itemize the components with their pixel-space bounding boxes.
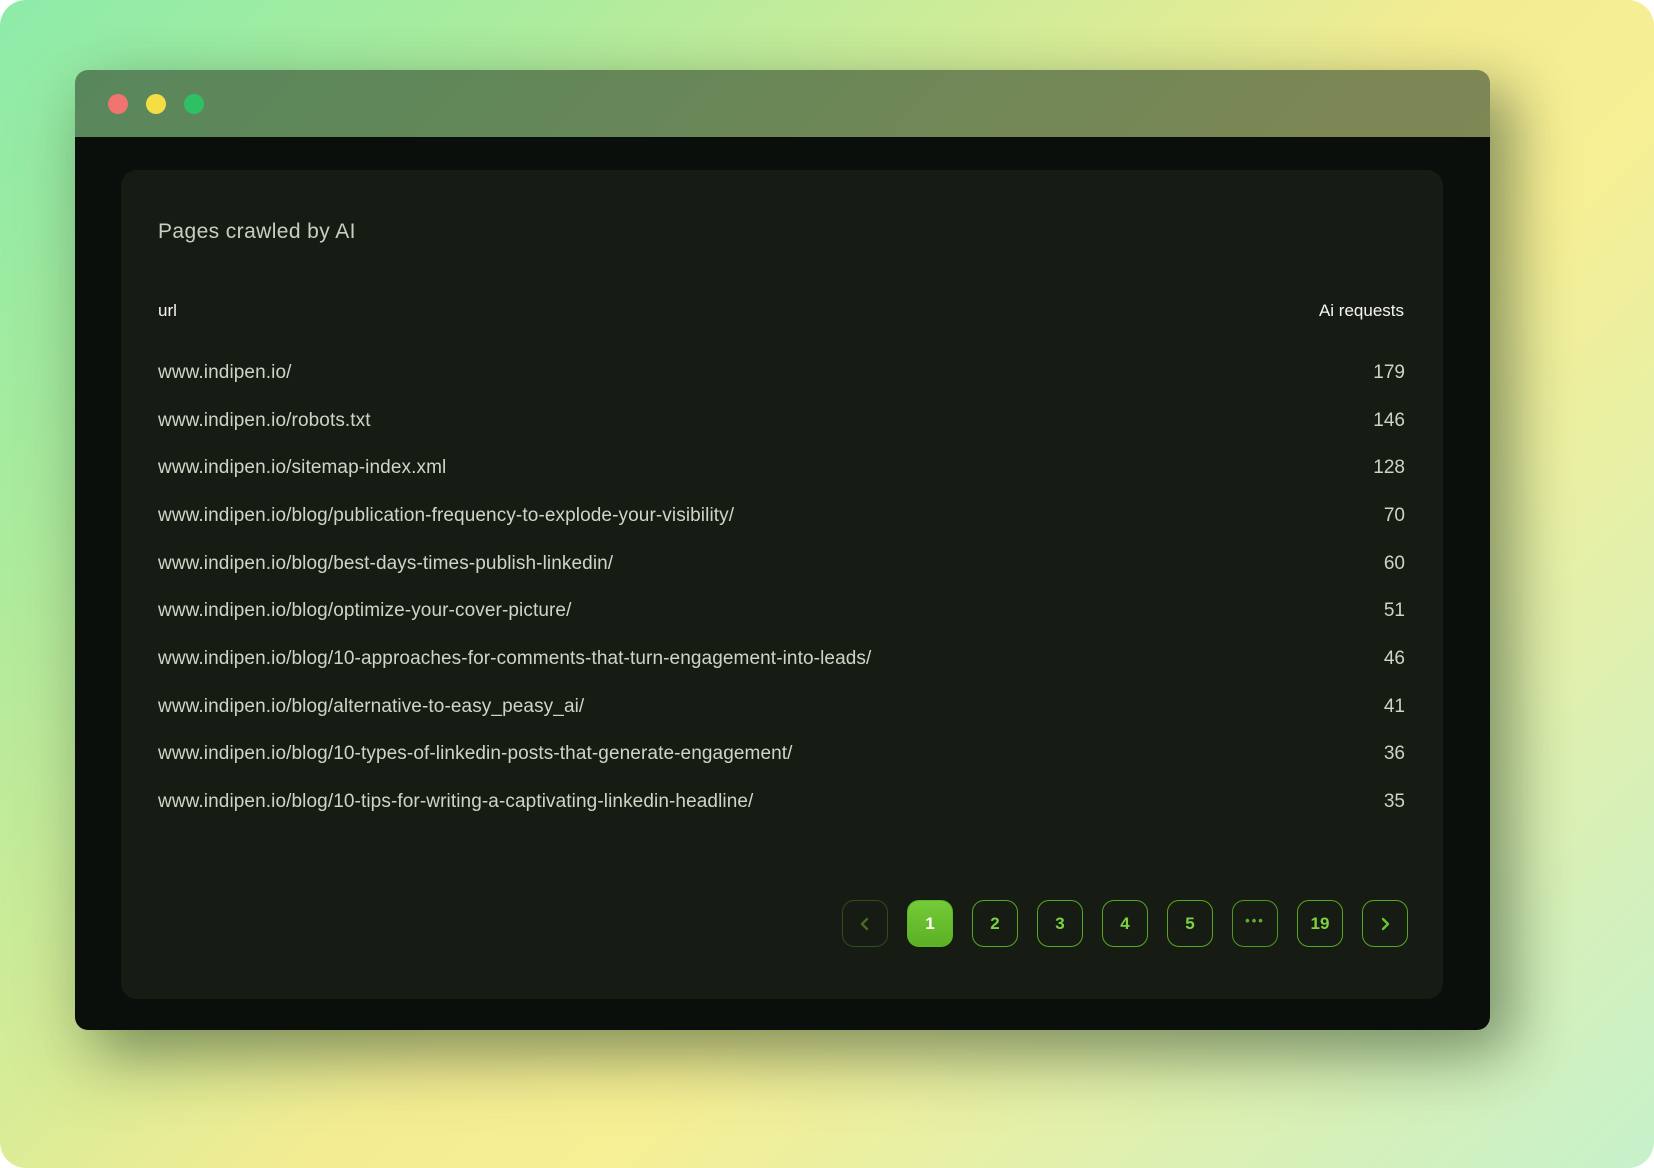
row-url: www.indipen.io/blog/alternative-to-easy_…: [158, 695, 585, 717]
table-body: www.indipen.io/ 179 www.indipen.io/robot…: [158, 349, 1405, 826]
pagination: 1 2 3 4 5 ••• 19: [842, 900, 1408, 947]
pagination-page-2[interactable]: 2: [972, 900, 1018, 947]
column-header-ai-requests: Ai requests: [1318, 301, 1404, 320]
row-url: www.indipen.io/sitemap-index.xml: [158, 457, 447, 479]
close-button[interactable]: [108, 93, 128, 114]
app-window: Pages crawled by AI url Ai requests www.…: [75, 70, 1490, 1030]
row-url: www.indipen.io/robots.txt: [158, 409, 371, 431]
pagination-page-4[interactable]: 4: [1102, 900, 1148, 947]
row-ai-requests: 35: [1383, 791, 1405, 813]
pagination-page-19[interactable]: 19: [1297, 900, 1343, 947]
table-row: www.indipen.io/blog/optimize-your-cover-…: [158, 587, 1405, 635]
table-row: www.indipen.io/blog/10-tips-for-writing-…: [158, 778, 1405, 826]
table-row: www.indipen.io/blog/publication-frequenc…: [158, 492, 1405, 540]
pagination-page-3[interactable]: 3: [1037, 900, 1083, 947]
window-titlebar: [75, 70, 1490, 137]
column-header-url: url: [158, 301, 177, 320]
row-ai-requests: 51: [1383, 600, 1405, 622]
row-url: www.indipen.io/blog/publication-frequenc…: [158, 504, 735, 526]
row-ai-requests: 146: [1373, 409, 1405, 431]
row-url: www.indipen.io/blog/best-days-times-publ…: [158, 552, 614, 574]
chevron-left-icon: [860, 917, 869, 930]
chevron-right-icon: [1381, 917, 1390, 930]
pagination-page-5[interactable]: 5: [1167, 900, 1213, 947]
row-url: www.indipen.io/: [158, 361, 292, 383]
row-ai-requests: 70: [1383, 504, 1405, 526]
pagination-next-button[interactable]: [1362, 900, 1408, 947]
table-row: www.indipen.io/blog/best-days-times-publ…: [158, 540, 1405, 588]
row-ai-requests: 46: [1383, 647, 1405, 669]
row-ai-requests: 179: [1373, 361, 1405, 383]
row-url: www.indipen.io/blog/10-approaches-for-co…: [158, 647, 872, 669]
row-url: www.indipen.io/blog/10-types-of-linkedin…: [158, 743, 793, 765]
row-url: www.indipen.io/blog/10-tips-for-writing-…: [158, 791, 754, 813]
pagination-prev-button[interactable]: [842, 900, 888, 947]
row-url: www.indipen.io/blog/optimize-your-cover-…: [158, 600, 572, 622]
desktop-background: Pages crawled by AI url Ai requests www.…: [0, 0, 1654, 1168]
zoom-button[interactable]: [184, 93, 204, 114]
table-row: www.indipen.io/blog/10-approaches-for-co…: [158, 635, 1405, 683]
minimize-button[interactable]: [146, 93, 166, 114]
table-header: url Ai requests: [158, 301, 1405, 321]
window-body: Pages crawled by AI url Ai requests www.…: [75, 137, 1490, 1030]
pagination-ellipsis: •••: [1232, 900, 1278, 947]
page-title: Pages crawled by AI: [158, 220, 356, 243]
pagination-page-1[interactable]: 1: [907, 900, 953, 947]
pages-crawled-card: Pages crawled by AI url Ai requests www.…: [121, 170, 1443, 999]
row-ai-requests: 128: [1373, 457, 1405, 479]
table-row: www.indipen.io/sitemap-index.xml 128: [158, 444, 1405, 492]
table-row: www.indipen.io/blog/alternative-to-easy_…: [158, 683, 1405, 731]
row-ai-requests: 36: [1383, 743, 1405, 765]
table-row: www.indipen.io/robots.txt 146: [158, 397, 1405, 445]
table-row: www.indipen.io/blog/10-types-of-linkedin…: [158, 731, 1405, 779]
row-ai-requests: 60: [1383, 552, 1405, 574]
row-ai-requests: 41: [1383, 695, 1405, 717]
table-row: www.indipen.io/ 179: [158, 349, 1405, 397]
